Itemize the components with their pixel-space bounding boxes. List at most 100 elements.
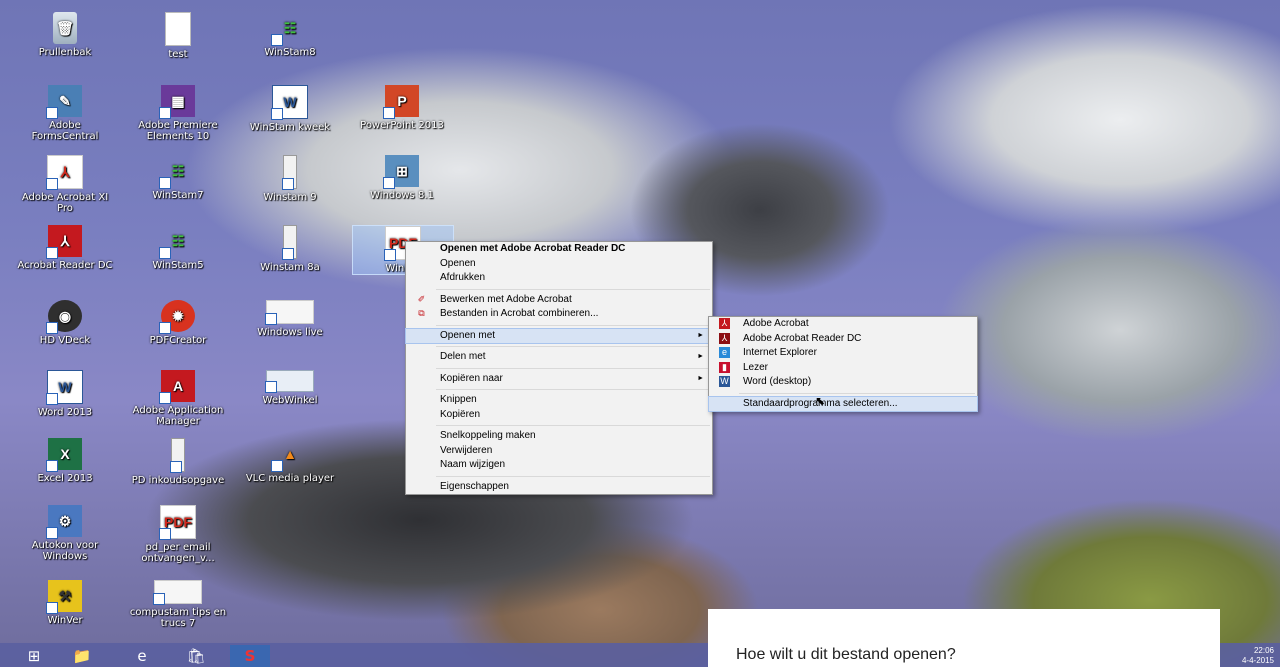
start-button-icon[interactable]: ⊞ — [14, 645, 54, 667]
menu-item-label: Lezer — [743, 361, 769, 373]
desktop-icon-label: Windows live — [257, 327, 323, 338]
winstam-kweek-shortcut[interactable]: W WinStam kweek — [240, 85, 340, 133]
context_menu-item-kopi-ren[interactable]: Kopiëren — [406, 408, 712, 423]
compustam-tips-shortcut[interactable]: compustam tips en trucs 7 — [128, 580, 228, 629]
context_menu-item-verwijderen[interactable]: Verwijderen — [406, 444, 712, 459]
winstam8a-shortcut[interactable]: Winstam 8a — [240, 225, 340, 273]
taskbar-clock[interactable]: 22:06 4-4-2015 — [1242, 646, 1274, 666]
menu-item-label: Delen met — [440, 351, 486, 362]
submenu-item-internet-explorer[interactable]: e Internet Explorer — [709, 346, 977, 361]
submenu-item-standaardprogramma-selecteren[interactable]: Standaardprogramma selecteren... — [708, 395, 978, 412]
adobe-acrobat-xi-shortcut[interactable]: ⅄ Adobe Acrobat XI Pro — [15, 155, 115, 214]
adobe-forms-central-icon: ✎ — [46, 85, 82, 119]
desktop-icon-label: Prullenbak — [38, 47, 92, 58]
internet-explorer-icon[interactable]: e — [122, 645, 162, 667]
powerpoint-icon: P — [383, 85, 419, 119]
context_menu-item-naam-wijzigen[interactable]: Naam wijzigen — [406, 458, 712, 473]
submenu-item-word-desktop[interactable]: W Word (desktop) — [709, 375, 977, 390]
pdfcreator-shortcut[interactable]: ✹ PDFCreator — [128, 300, 228, 346]
desktop-icon-label: Adobe Application Manager — [132, 405, 224, 427]
pd-per-email-icon: PDF — [159, 505, 196, 540]
context_menu-item-kopi-ren-naar[interactable]: Kopiëren naar ► — [406, 372, 712, 387]
winstam7-shortcut[interactable]: ☷ WinStam7 — [128, 155, 228, 202]
vlc-icon: ▲ — [271, 438, 307, 472]
webwinkel-shortcut[interactable]: WebWinkel — [240, 370, 340, 406]
menu-separator — [436, 425, 710, 426]
desktop-icon-label: WinStam7 — [152, 190, 204, 201]
menu-item-label: Adobe Acrobat Reader DC — [743, 332, 862, 344]
word2013-shortcut[interactable]: W Word 2013 — [15, 370, 115, 418]
context_menu-item-eigenschappen[interactable]: Eigenschappen — [406, 480, 712, 495]
menu-item-icon: e — [719, 347, 730, 358]
context_menu-item-knippen[interactable]: Knippen — [406, 393, 712, 408]
menu-item-label: Bestanden in Acrobat combineren... — [440, 308, 599, 319]
windows-live-shortcut[interactable]: Windows live — [240, 300, 340, 338]
powerpoint-shortcut[interactable]: P PowerPoint 2013 — [352, 85, 452, 131]
desktop-icon-label: WinVer — [47, 615, 83, 626]
desktop-icon-label: Acrobat Reader DC — [17, 260, 113, 271]
menu-item-label: Knippen — [440, 394, 477, 405]
windows81-shortcut[interactable]: ⊞ Windows 8.1 — [352, 155, 452, 201]
compustam-tips-icon — [153, 580, 202, 605]
desktop-icon-label: test — [168, 49, 188, 60]
acrobat-reader-dc-shortcut[interactable]: ⅄ Acrobat Reader DC — [15, 225, 115, 271]
submenu-item-adobe-acrobat[interactable]: ⅄ Adobe Acrobat — [709, 317, 977, 332]
winstam8-icon: ☷ — [271, 12, 307, 46]
recycle-bin-shortcut[interactable]: 🗑 Prullenbak — [15, 12, 115, 58]
hd-vdeck-shortcut[interactable]: ◉ HD VDeck — [15, 300, 115, 346]
desktop-icon-label: PD inkoudsopgave — [131, 475, 225, 486]
submenu-item-adobe-acrobat-reader-dc[interactable]: ⅄ Adobe Acrobat Reader DC — [709, 332, 977, 347]
context_menu-item-snelkoppeling-maken[interactable]: Snelkoppeling maken — [406, 429, 712, 444]
desktop-icon-label: VLC media player — [245, 473, 335, 484]
winstam7-icon: ☷ — [159, 155, 195, 189]
pd-inkoudsopgave-icon — [170, 438, 185, 473]
vlc-shortcut[interactable]: ▲ VLC media player — [240, 438, 340, 485]
menu-item-label: Afdrukken — [440, 272, 486, 283]
windows81-icon: ⊞ — [383, 155, 419, 189]
pd-per-email-shortcut[interactable]: PDF pd_per email ontvangen_v... — [128, 505, 228, 564]
autokon-icon: ⚙ — [46, 505, 82, 539]
desktop-icon-label: Winstam 9 — [263, 192, 317, 203]
context_menu-item-afdrukken[interactable]: Afdrukken — [406, 271, 712, 286]
desktop-icon-label: Word 2013 — [37, 407, 93, 418]
test-doc-shortcut[interactable]: test — [128, 12, 228, 60]
context_menu-item-openen[interactable]: Openen — [406, 257, 712, 272]
desktop-icon-label: Excel 2013 — [37, 473, 93, 484]
context_menu-item-delen-met[interactable]: Delen met ► — [406, 350, 712, 365]
store-icon[interactable]: 🛍 — [176, 645, 216, 667]
desktop-icon-label: PowerPoint 2013 — [360, 120, 444, 131]
desktop-icon-label: WebWinkel — [262, 395, 318, 406]
adobe-premiere-shortcut[interactable]: ▦ Adobe Premiere Elements 10 — [128, 85, 228, 142]
winstam5-shortcut[interactable]: ☷ WinStam5 — [128, 225, 228, 272]
menu-item-label: Openen — [440, 257, 476, 269]
winver-shortcut[interactable]: ⚒ WinVer — [15, 580, 115, 626]
menu-item-label: Verwijderen — [440, 444, 493, 456]
autokon-shortcut[interactable]: ⚙ Autokon voor Windows — [15, 505, 115, 562]
submenu-arrow-icon: ► — [697, 353, 704, 360]
adobe-app-manager-shortcut[interactable]: A Adobe Application Manager — [128, 370, 228, 427]
winstam-kweek-icon: W — [271, 85, 308, 120]
winstam9-shortcut[interactable]: Winstam 9 — [240, 155, 340, 203]
menu-item-label: Adobe Acrobat — [743, 318, 809, 329]
file-explorer-icon[interactable]: 📁 — [62, 645, 102, 667]
menu-separator — [436, 288, 710, 290]
desktop-icon-label: Adobe Premiere Elements 10 — [138, 120, 218, 142]
submenu-item-lezer[interactable]: ▮ Lezer — [709, 361, 977, 376]
adobe-forms-central-shortcut[interactable]: ✎ Adobe FormsCentral — [15, 85, 115, 142]
context_menu-item-openen-met-adobe-acrobat-reader-dc[interactable]: Openen met Adobe Acrobat Reader DC — [406, 242, 712, 257]
adobe-premiere-icon: ▦ — [159, 85, 195, 119]
winstam8-shortcut[interactable]: ☷ WinStam8 — [240, 12, 340, 59]
context_menu-item-openen-met[interactable]: Openen met ► — [405, 327, 713, 344]
menu-separator — [739, 392, 975, 394]
menu-separator — [436, 367, 710, 369]
context_menu-item-bestanden-in-acrobat-combineren[interactable]: ⧉ Bestanden in Acrobat combineren... — [406, 307, 712, 322]
desktop-icon-label: HD VDeck — [39, 335, 91, 346]
context_menu-item-bewerken-met-adobe-acrobat[interactable]: ✐ Bewerken met Adobe Acrobat — [406, 293, 712, 308]
clock-time: 22:06 — [1253, 646, 1274, 655]
winstam-taskbar-icon[interactable]: S — [230, 645, 270, 667]
test-doc-icon — [165, 12, 191, 46]
word2013-icon: W — [46, 370, 83, 405]
pd-inkoudsopgave-shortcut[interactable]: PD inkoudsopgave — [128, 438, 228, 486]
excel2013-shortcut[interactable]: X Excel 2013 — [15, 438, 115, 484]
desktop-icon-label: PDFCreator — [149, 335, 207, 346]
